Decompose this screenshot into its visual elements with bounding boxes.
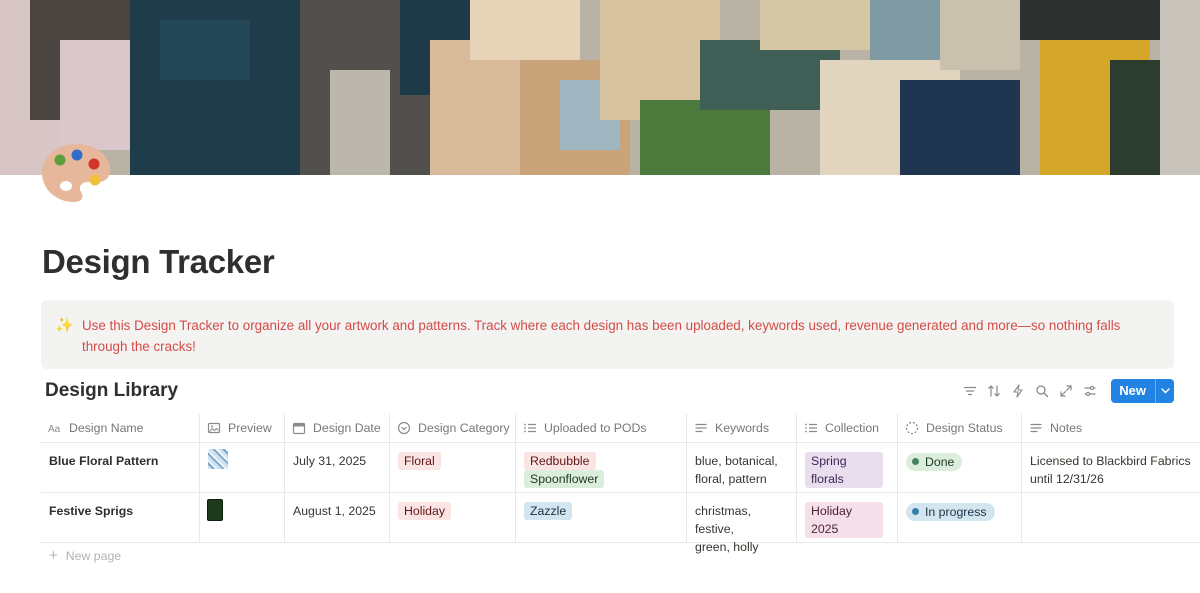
- page-title: Design Tracker: [42, 243, 275, 280]
- design-date: August 1, 2025: [293, 504, 376, 518]
- calendar-icon: [292, 421, 306, 435]
- cell-collection[interactable]: Spring florals: [797, 443, 898, 492]
- collection-tag: Spring florals: [805, 452, 883, 488]
- lightning-icon[interactable]: [1006, 379, 1030, 403]
- select-icon: [397, 421, 411, 435]
- text-lines-icon: [694, 421, 708, 435]
- table-header: Aa Design Name Preview Design Date Desig…: [41, 413, 1200, 443]
- column-label: Uploaded to PODs: [544, 421, 647, 435]
- cell-notes[interactable]: [1022, 493, 1200, 542]
- new-page-label: New page: [65, 549, 122, 563]
- column-header-design-category[interactable]: Design Category: [390, 414, 516, 442]
- column-header-design-status[interactable]: Design Status: [898, 414, 1022, 442]
- cell-preview[interactable]: [200, 443, 285, 492]
- filter-icon[interactable]: [958, 379, 982, 403]
- database-table: Aa Design Name Preview Design Date Desig…: [41, 413, 1200, 554]
- expand-icon[interactable]: [1054, 379, 1078, 403]
- table-row[interactable]: Blue Floral Pattern July 31, 2025 Floral…: [41, 443, 1200, 493]
- category-tag: Floral: [398, 452, 441, 470]
- column-label: Keywords: [715, 421, 769, 435]
- floral-pattern-thumbnail[interactable]: [208, 449, 228, 469]
- design-date: July 31, 2025: [293, 454, 367, 468]
- column-header-design-name[interactable]: Aa Design Name: [41, 414, 200, 442]
- text-aa-icon: Aa: [48, 421, 62, 435]
- sort-icon[interactable]: [982, 379, 1006, 403]
- cell-keywords[interactable]: blue, botanical, floral, pattern: [687, 443, 797, 492]
- column-header-notes[interactable]: Notes: [1022, 414, 1200, 442]
- cell-design-date[interactable]: August 1, 2025: [285, 493, 390, 542]
- plus-icon: +: [49, 547, 58, 564]
- palette-icon[interactable]: [40, 140, 112, 206]
- keywords-line: floral, pattern: [695, 472, 767, 486]
- column-label: Design Name: [69, 421, 144, 435]
- chevron-down-icon[interactable]: [1155, 379, 1174, 403]
- keywords-line: green, holly: [695, 540, 759, 554]
- status-label: In progress: [925, 504, 987, 519]
- status-dot-icon: [912, 458, 919, 465]
- image-icon: [207, 421, 221, 435]
- column-header-design-date[interactable]: Design Date: [285, 414, 390, 442]
- search-icon[interactable]: [1030, 379, 1054, 403]
- new-page-button[interactable]: + New page: [49, 547, 122, 564]
- cell-design-date[interactable]: July 31, 2025: [285, 443, 390, 492]
- cell-design-status[interactable]: In progress: [898, 493, 1022, 542]
- database-toolbar: New: [958, 379, 1174, 403]
- notes-line: until 12/31/26: [1030, 472, 1104, 486]
- text-lines-icon: [1029, 421, 1043, 435]
- cover-image: [0, 0, 1200, 175]
- keywords-line: christmas, festive,: [695, 504, 752, 536]
- cell-keywords[interactable]: christmas, festive, green, holly: [687, 493, 797, 554]
- list-icon: [804, 421, 818, 435]
- cell-design-status[interactable]: Done: [898, 443, 1022, 492]
- status-label: Done: [925, 454, 955, 469]
- status-dot-icon: [912, 508, 919, 515]
- status-badge: In progress: [906, 502, 995, 521]
- column-label: Notes: [1050, 421, 1083, 435]
- pod-tag: Zazzle: [524, 502, 573, 520]
- cell-design-name[interactable]: Blue Floral Pattern: [41, 443, 200, 492]
- design-name[interactable]: Festive Sprigs: [49, 504, 133, 518]
- notes-line: Licensed to Blackbird Fabrics: [1030, 454, 1191, 468]
- cell-uploaded-to-pods[interactable]: RedbubbleSpoonflower: [516, 443, 687, 492]
- pod-tag: Redbubble: [524, 452, 596, 470]
- keywords-line: blue, botanical,: [695, 454, 778, 468]
- column-label: Preview: [228, 421, 272, 435]
- cell-notes[interactable]: Licensed to Blackbird Fabrics until 12/3…: [1022, 443, 1200, 492]
- callout-text: Use this Design Tracker to organize all …: [82, 318, 1121, 354]
- collection-tag: Holiday 2025: [805, 502, 883, 538]
- column-label: Collection: [825, 421, 879, 435]
- settings-sliders-icon[interactable]: [1078, 379, 1102, 403]
- column-label: Design Date: [313, 421, 381, 435]
- new-button[interactable]: New: [1111, 379, 1174, 403]
- cell-design-category[interactable]: Floral: [390, 443, 516, 492]
- status-badge: Done: [906, 452, 963, 471]
- category-tag: Holiday: [398, 502, 452, 520]
- database-title[interactable]: Design Library: [45, 380, 178, 402]
- new-button-label[interactable]: New: [1111, 379, 1155, 403]
- column-header-collection[interactable]: Collection: [797, 414, 898, 442]
- table-row[interactable]: Festive Sprigs August 1, 2025 Holiday Za…: [41, 493, 1200, 554]
- column-header-keywords[interactable]: Keywords: [687, 414, 797, 442]
- cell-collection[interactable]: Holiday 2025: [797, 493, 898, 542]
- design-name[interactable]: Blue Floral Pattern: [49, 454, 158, 468]
- sparkles-icon: ✨: [55, 317, 74, 334]
- cell-design-name[interactable]: Festive Sprigs: [41, 493, 200, 542]
- column-label: Design Status: [926, 421, 1003, 435]
- list-icon: [523, 421, 537, 435]
- callout: ✨ Use this Design Tracker to organize al…: [41, 300, 1174, 369]
- cell-design-category[interactable]: Holiday: [390, 493, 516, 542]
- column-label: Design Category: [418, 421, 510, 435]
- pod-tag: Spoonflower: [524, 470, 605, 488]
- column-header-preview[interactable]: Preview: [200, 414, 285, 442]
- column-header-uploaded-to-pods[interactable]: Uploaded to PODs: [516, 414, 687, 442]
- status-icon: [905, 421, 919, 435]
- cell-uploaded-to-pods[interactable]: Zazzle: [516, 493, 687, 542]
- svg-text:Aa: Aa: [48, 424, 61, 435]
- cell-preview[interactable]: [200, 493, 285, 542]
- holly-pattern-thumbnail[interactable]: [207, 499, 223, 521]
